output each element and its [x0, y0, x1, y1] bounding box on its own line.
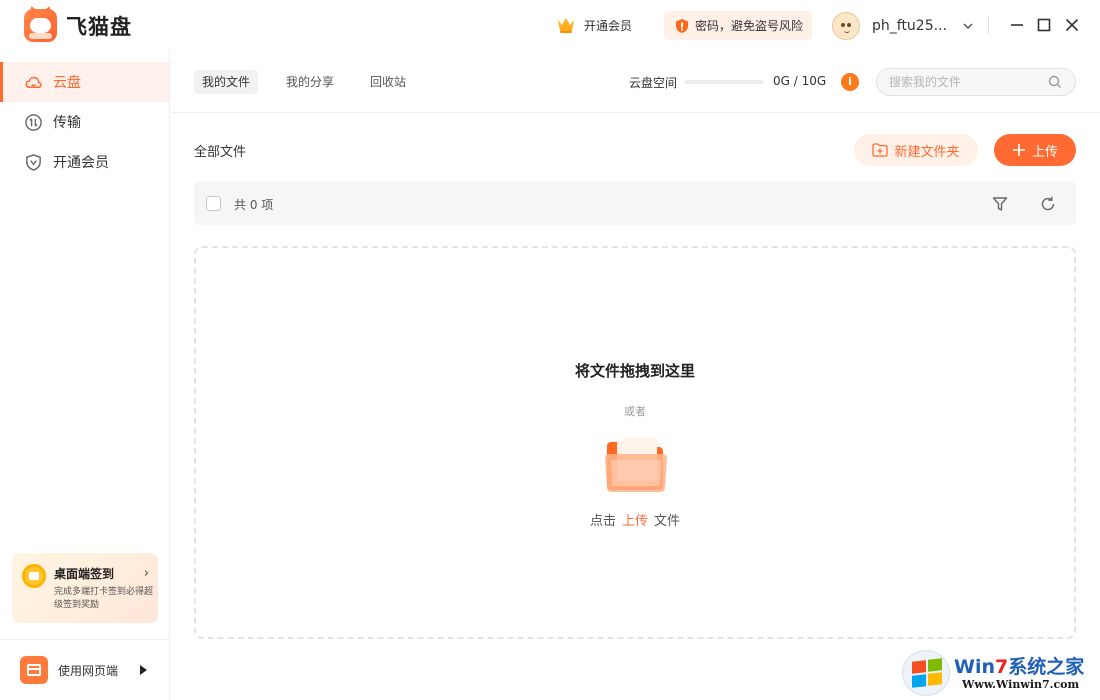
title-bar: 飞猫盘 开通会员 密码，避免盗号风险 ph_ftu25... — [0, 0, 1100, 50]
crown-icon — [558, 18, 574, 33]
folder-icon[interactable] — [603, 438, 669, 494]
coin-icon — [22, 564, 46, 588]
checkin-desc: 完成多端打卡签到必得超级签到奖励 — [54, 587, 154, 610]
security-tip-text: 密码，避免盗号风险 — [695, 19, 804, 33]
section-title: 全部文件 — [194, 145, 247, 160]
new-folder-label: 新建文件夹 — [894, 144, 960, 160]
dropzone-upload-link[interactable]: 上传 — [622, 514, 648, 529]
filter-icon[interactable] — [991, 195, 1009, 213]
maximize-button[interactable] — [1033, 14, 1055, 36]
new-folder-icon — [872, 143, 889, 157]
sidebar-item-label: 云盘 — [53, 75, 81, 91]
sidebar-item-label: 传输 — [53, 115, 81, 131]
search-icon[interactable] — [1048, 75, 1062, 89]
windows-logo-icon — [902, 650, 950, 696]
checkin-card[interactable]: 桌面端签到 › 完成多端打卡签到必得超级签到奖励 — [12, 553, 158, 623]
watermark-url: Www.Winwin7.com — [962, 678, 1080, 691]
minimize-icon — [1011, 24, 1023, 26]
close-icon — [1065, 18, 1079, 32]
dropzone-or: 或者 — [624, 405, 646, 418]
watermark: Win7系统之家 Www.Winwin7.com — [900, 646, 1100, 700]
vip-shield-icon — [26, 153, 41, 171]
watermark-title: Win7系统之家 — [954, 652, 1084, 679]
dropzone-hint-prefix: 点击 — [589, 514, 616, 529]
file-list-header: 共 0 项 — [194, 182, 1076, 225]
dropzone-title: 将文件拖拽到这里 — [574, 362, 695, 380]
dropzone-hint: 点击 上传 文件 — [196, 510, 1074, 529]
shield-icon — [676, 18, 688, 33]
vip-entry-label: 开通会员 — [584, 18, 633, 33]
divider — [988, 16, 989, 34]
search-input[interactable] — [876, 68, 1076, 96]
plus-icon — [1012, 144, 1025, 156]
close-button[interactable] — [1061, 14, 1083, 36]
new-folder-button[interactable]: 新建文件夹 — [854, 134, 978, 166]
web-version-entry[interactable]: 使用网页端 — [0, 639, 169, 700]
storage-label: 云盘空间 — [629, 76, 678, 90]
chevron-right-icon: › — [143, 566, 149, 581]
browser-icon — [20, 656, 48, 684]
sidebar-item-label: 开通会员 — [53, 155, 109, 171]
main-panel: 我的文件 我的分享 回收站 云盘空间 0G / 10G i 全部文件 新建文件夹… — [171, 50, 1100, 700]
refresh-icon[interactable] — [1039, 195, 1057, 213]
security-tip-banner[interactable]: 密码，避免盗号风险 — [664, 11, 812, 40]
watermark-title-cn: 系统之家 — [1008, 656, 1085, 678]
tab-my-shares[interactable]: 我的分享 — [278, 70, 342, 94]
upload-button[interactable]: 上传 — [994, 134, 1076, 166]
maximize-icon — [1037, 18, 1051, 32]
cloud-icon — [25, 76, 42, 88]
info-icon[interactable]: i — [841, 73, 859, 91]
vip-entry-button[interactable]: 开通会员 — [556, 14, 632, 36]
upload-dropzone[interactable]: 将文件拖拽到这里 或者 点击 上传 文件 — [194, 246, 1076, 639]
app-logo — [24, 4, 57, 42]
tabs-bar: 我的文件 我的分享 回收站 云盘空间 0G / 10G i — [171, 50, 1100, 113]
tab-my-files[interactable]: 我的文件 — [194, 70, 259, 94]
watermark-title-win: Win — [954, 656, 995, 678]
sidebar-item-cloud[interactable]: 云盘 — [0, 62, 169, 102]
sidebar-item-vip[interactable]: 开通会员 — [0, 142, 169, 182]
storage-progress-bar — [684, 80, 764, 84]
chevron-down-icon — [963, 22, 973, 29]
minimize-button[interactable] — [1006, 14, 1028, 36]
upload-label: 上传 — [1031, 144, 1058, 160]
transfer-icon — [25, 113, 42, 131]
user-menu[interactable]: ph_ftu25... — [832, 11, 974, 40]
avatar — [832, 11, 860, 40]
checkin-title: 桌面端签到 — [54, 567, 115, 581]
watermark-title-7: 7 — [995, 656, 1009, 678]
select-all-checkbox[interactable] — [206, 196, 221, 211]
web-version-label: 使用网页端 — [58, 664, 119, 678]
sidebar: 云盘 传输 开通会员 桌面端签到 › 完成多端打卡签到必得超级签到奖励 使用网页… — [0, 50, 170, 700]
sidebar-item-transfer[interactable]: 传输 — [0, 102, 169, 142]
dropzone-hint-suffix: 文件 — [654, 514, 681, 529]
item-count: 共 0 项 — [234, 198, 274, 212]
play-arrow-icon — [140, 665, 147, 675]
app-name: 飞猫盘 — [66, 15, 132, 39]
storage-value: 0G / 10G — [773, 74, 827, 88]
username: ph_ftu25... — [872, 17, 947, 34]
tab-recycle-bin[interactable]: 回收站 — [362, 70, 414, 94]
